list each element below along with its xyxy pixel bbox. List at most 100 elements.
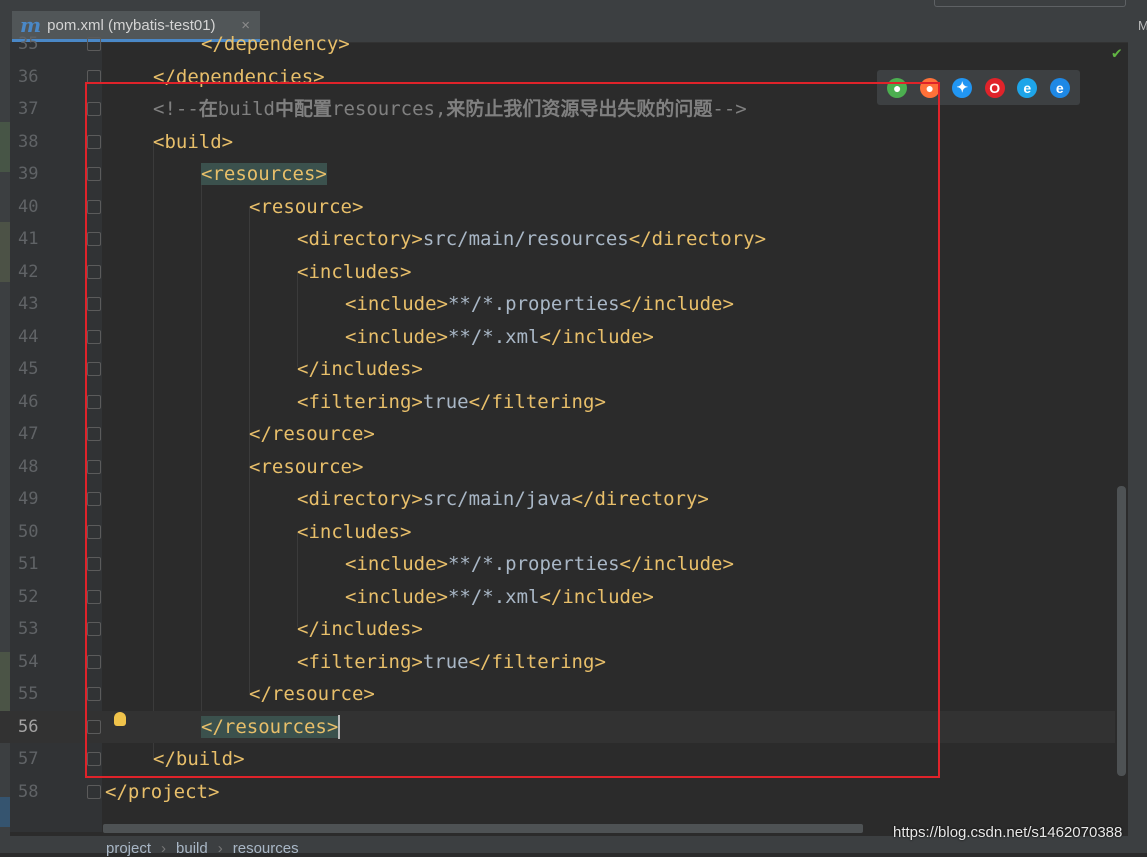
fold-marker-icon[interactable]	[87, 167, 101, 181]
fold-marker-icon[interactable]	[87, 329, 101, 344]
opera-icon[interactable]: O	[984, 77, 1005, 98]
maven-panel-label[interactable]: M	[1138, 18, 1147, 33]
comment-token: 中配置	[274, 98, 332, 120]
lightbulb-icon[interactable]	[114, 712, 126, 726]
fold-marker-icon[interactable]	[87, 362, 101, 376]
code-line[interactable]: 38 <build>	[0, 126, 1115, 159]
code-text: </resource>	[249, 418, 375, 451]
line-number: 52	[18, 586, 39, 607]
tag-token: <filtering>	[297, 390, 423, 413]
code-line[interactable]: 35 </dependency>	[0, 28, 1115, 61]
code-line[interactable]: 52 <include>**/*.xml</include>	[0, 581, 1115, 614]
firefox-icon[interactable]: ●	[919, 77, 940, 98]
tag-token: <directory>	[297, 228, 423, 250]
text-token: **/*.xml	[447, 585, 540, 608]
tag-token: <directory>	[297, 488, 423, 510]
line-number: 46	[18, 391, 39, 412]
fold-marker-icon[interactable]	[87, 264, 101, 279]
code-line[interactable]: 50 <includes>	[0, 516, 1115, 549]
fold-marker-icon[interactable]	[87, 459, 101, 474]
fold-marker-icon[interactable]	[87, 589, 101, 604]
fold-marker-icon[interactable]	[87, 622, 101, 636]
safari-icon[interactable]: ✦	[952, 77, 973, 98]
comment-token: 来防止我们资源导出失败的问题	[446, 98, 713, 120]
comment-token: resources,	[332, 98, 447, 120]
fold-marker-icon[interactable]	[87, 557, 101, 571]
code-line[interactable]: 42 <includes>	[0, 256, 1115, 289]
line-number: 48	[18, 456, 39, 477]
code-line[interactable]: 49 <directory>src/main/java</directory>	[0, 483, 1115, 516]
fold-marker-icon[interactable]	[87, 687, 101, 701]
fold-marker-icon[interactable]	[87, 427, 101, 441]
code-line[interactable]: 40 <resource>	[0, 191, 1115, 224]
tag-token: </filtering>	[468, 650, 606, 673]
text-token: true	[422, 650, 469, 673]
code-line[interactable]: 55 </resource>	[0, 678, 1115, 711]
code-text: <build>	[153, 126, 233, 159]
fold-marker-icon[interactable]	[87, 394, 101, 409]
fold-marker-icon[interactable]	[87, 492, 101, 506]
tag-token: </include>	[539, 325, 654, 348]
fold-marker-icon[interactable]	[87, 134, 101, 149]
fold-marker-icon[interactable]	[87, 654, 101, 669]
vertical-scrollbar[interactable]	[1117, 486, 1126, 776]
code-line[interactable]: 45 </includes>	[0, 353, 1115, 386]
line-number: 58	[18, 781, 39, 802]
tag-token: </resources>	[201, 715, 339, 738]
code-line[interactable]: 44 <include>**/*.xml</include>	[0, 321, 1115, 354]
line-number: 39	[18, 164, 39, 184]
fold-marker-icon[interactable]	[87, 719, 101, 734]
fold-marker-icon[interactable]	[87, 199, 101, 214]
line-number: 42	[18, 261, 39, 282]
fold-marker-icon[interactable]	[87, 232, 101, 246]
line-number: 43	[18, 294, 39, 314]
code-text: </includes>	[297, 613, 423, 646]
ie-icon[interactable]: e	[1017, 77, 1038, 98]
text-token: **/*.properties	[447, 293, 620, 315]
code-text: <includes>	[297, 256, 411, 289]
line-number: 44	[18, 326, 39, 347]
line-number: 45	[18, 359, 39, 379]
code-line[interactable]: 41 <directory>src/main/resources</directo…	[0, 223, 1115, 256]
fold-marker-icon[interactable]	[87, 752, 101, 766]
code-line[interactable]: 47 </resource>	[0, 418, 1115, 451]
code-text: <!--在build中配置resources,来防止我们资源导出失败的问题-->	[153, 93, 747, 126]
tag-token: <include>	[345, 325, 448, 348]
breadcrumb-item[interactable]: project	[106, 840, 151, 857]
code-line[interactable]: 56 </resources>	[0, 710, 1115, 744]
horizontal-scrollbar[interactable]	[103, 824, 863, 833]
code-text: </resources>	[201, 711, 341, 744]
edge-icon[interactable]: e	[1049, 77, 1070, 98]
fold-marker-icon[interactable]	[87, 784, 101, 799]
code-line[interactable]: 39 <resources>	[0, 158, 1115, 191]
code-text: </includes>	[297, 353, 423, 386]
code-line[interactable]: 58 </project>	[0, 776, 1115, 809]
fold-marker-icon[interactable]	[87, 102, 101, 116]
code-text: <includes>	[297, 516, 411, 549]
tag-token: <build>	[153, 130, 234, 153]
code-text: <directory>src/main/java</directory>	[297, 483, 709, 516]
comment-token: -->	[712, 98, 747, 120]
code-line[interactable]: 54 <filtering>true</filtering>	[0, 646, 1115, 679]
tag-token: </resource>	[249, 423, 375, 445]
chevron-right-icon: ›	[217, 840, 223, 857]
fold-marker-icon[interactable]	[87, 69, 101, 84]
code-line[interactable]: 51 <include>**/*.properties</include>	[0, 548, 1115, 581]
fold-marker-icon[interactable]	[87, 37, 101, 51]
code-line[interactable]: 48 <resource>	[0, 451, 1115, 484]
breadcrumb-item[interactable]: resources	[233, 840, 299, 857]
line-number: 40	[18, 196, 39, 217]
comment-token: <!--	[153, 98, 199, 120]
code-line[interactable]: 46 <filtering>true</filtering>	[0, 386, 1115, 419]
fold-marker-icon[interactable]	[87, 524, 101, 539]
line-number: 36	[18, 66, 39, 87]
fold-marker-icon[interactable]	[87, 297, 101, 311]
search-everywhere-box[interactable]	[934, 0, 1126, 7]
breadcrumb-item[interactable]: build	[176, 840, 208, 857]
code-line[interactable]: 43 <include>**/*.properties</include>	[0, 288, 1115, 321]
code-text: </resource>	[249, 678, 375, 711]
code-line[interactable]: 53 </includes>	[0, 613, 1115, 646]
chrome-icon[interactable]: ●	[887, 77, 908, 98]
code-line[interactable]: 57 </build>	[0, 743, 1115, 776]
tag-token: </filtering>	[468, 390, 606, 413]
